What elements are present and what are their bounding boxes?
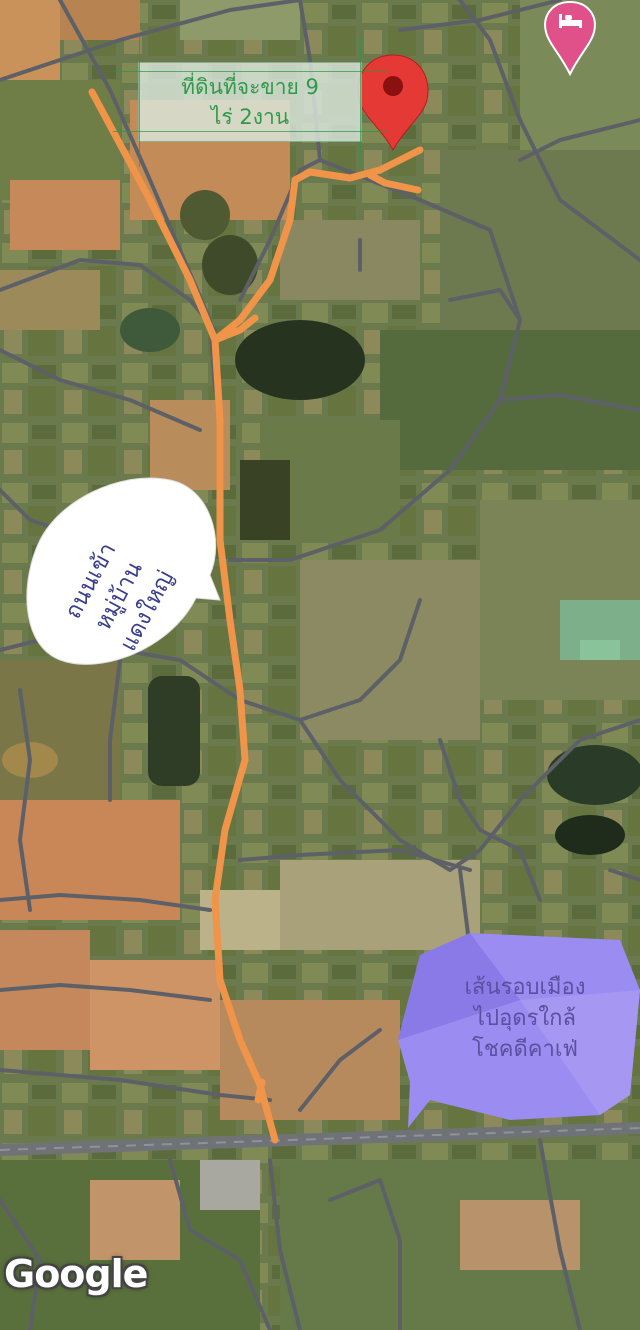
ring-road-line3: โชคดีคาเฟ่ [472,1037,578,1062]
land-for-sale-label: ที่ดินที่จะขาย 9 ไร่ 2งาน [113,37,387,167]
ring-road-line2: ไปอุดรใกล้ [474,1006,576,1031]
ring-road-label: เส้นรอบเมือง ไปอุดรใกล้ โชคดีคาเฟ่ [430,972,620,1065]
ring-road-line1: เส้นรอบเมือง [464,975,586,1000]
land-for-sale-line1: ที่ดินที่จะขาย 9 [181,75,319,99]
land-for-sale-line2: ไร่ 2งาน [210,105,290,129]
google-attribution: Google [4,1252,148,1296]
